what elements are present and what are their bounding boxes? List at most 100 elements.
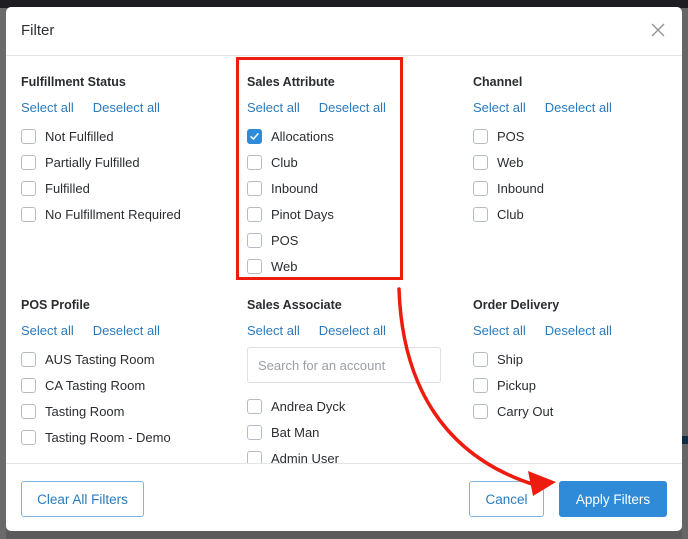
checkbox-option[interactable]: Web: [473, 149, 682, 175]
option-label: Inbound: [271, 180, 318, 196]
option-list: AUS Tasting Room CA Tasting Room Tasting R…: [21, 346, 231, 450]
modal-header: Filter: [6, 7, 682, 56]
checkbox-option[interactable]: Tasting Room: [21, 398, 231, 424]
checkbox-option[interactable]: AUS Tasting Room: [21, 346, 231, 372]
checkbox-option[interactable]: Inbound: [473, 175, 682, 201]
option-label: CA Tasting Room: [45, 377, 146, 393]
option-label: POS: [497, 128, 525, 144]
checkbox[interactable]: [21, 403, 36, 419]
checkbox[interactable]: [247, 398, 262, 414]
option-label: Ship: [497, 351, 524, 367]
checkbox[interactable]: [473, 403, 488, 419]
deselect-all-link[interactable]: Deselect all: [319, 323, 386, 338]
checkbox[interactable]: [247, 450, 262, 463]
checkbox[interactable]: [473, 154, 488, 170]
background-page-accent: [682, 436, 688, 444]
option-list: Not Fulfilled Partially Fulfilled Fulfille…: [21, 123, 231, 227]
option-label: POS: [271, 232, 299, 248]
deselect-all-link[interactable]: Deselect all: [319, 100, 386, 115]
section-pos-profile: POS Profile Select all Deselect all AUS T…: [21, 296, 231, 450]
clear-all-filters-button[interactable]: Clear All Filters: [21, 481, 144, 517]
option-label: Partially Fulfilled: [45, 154, 140, 170]
checkbox[interactable]: [473, 128, 488, 144]
checkbox[interactable]: [247, 258, 262, 274]
checkbox[interactable]: [473, 180, 488, 196]
option-list: Andrea Dyck Bat Man Admin User: [247, 393, 457, 463]
checkbox[interactable]: [21, 154, 36, 170]
background-page-right: [682, 8, 688, 539]
checkbox-option[interactable]: Partially Fulfilled: [21, 149, 231, 175]
checkbox-option[interactable]: Pinot Days: [247, 201, 457, 227]
filter-modal: Filter Fulfillment Status Select all Dese…: [6, 7, 682, 531]
close-x-icon: [651, 23, 665, 37]
option-list: Ship Pickup Carry Out: [473, 346, 682, 424]
checkbox-option[interactable]: Inbound: [247, 175, 457, 201]
option-list: POS Web Inbound Club: [473, 123, 682, 227]
checkbox[interactable]: [21, 180, 36, 196]
deselect-all-link[interactable]: Deselect all: [93, 323, 160, 338]
select-all-link[interactable]: Select all: [21, 323, 74, 338]
checkbox[interactable]: [247, 232, 262, 248]
checkbox-option[interactable]: POS: [473, 123, 682, 149]
option-label: Tasting Room: [45, 403, 125, 419]
select-all-link[interactable]: Select all: [247, 100, 300, 115]
option-label: No Fulfillment Required: [45, 206, 181, 222]
deselect-all-link[interactable]: Deselect all: [93, 100, 160, 115]
select-all-link[interactable]: Select all: [247, 323, 300, 338]
cancel-button[interactable]: Cancel: [469, 481, 544, 517]
checkbox[interactable]: [473, 206, 488, 222]
checkbox[interactable]: [247, 206, 262, 222]
section-title: Fulfillment Status: [21, 75, 126, 89]
apply-filters-button[interactable]: Apply Filters: [559, 481, 667, 517]
checkbox[interactable]: [21, 206, 36, 222]
option-label: Allocations: [271, 128, 334, 144]
checkbox-checked[interactable]: [247, 128, 262, 144]
section-fulfillment-status: Fulfillment Status Select all Deselect al…: [21, 73, 231, 227]
account-search-input[interactable]: [247, 347, 441, 383]
checkbox-option[interactable]: Not Fulfilled: [21, 123, 231, 149]
checkbox-option[interactable]: Pickup: [473, 372, 682, 398]
checkbox-option[interactable]: Allocations: [247, 123, 457, 149]
option-label: Inbound: [497, 180, 544, 196]
option-label: Web: [271, 258, 298, 274]
checkbox-option[interactable]: Web: [247, 253, 457, 279]
option-list: Allocations Club Inbound Pinot Days POS Web: [247, 123, 457, 279]
checkbox-option[interactable]: Club: [473, 201, 682, 227]
option-label: Club: [497, 206, 524, 222]
checkbox[interactable]: [247, 154, 262, 170]
option-label: Not Fulfilled: [45, 128, 114, 144]
checkbox[interactable]: [21, 351, 36, 367]
select-all-link[interactable]: Select all: [473, 323, 526, 338]
checkbox-option[interactable]: Club: [247, 149, 457, 175]
option-label: Web: [497, 154, 524, 170]
select-all-link[interactable]: Select all: [21, 100, 74, 115]
checkbox-option[interactable]: Tasting Room - Demo: [21, 424, 231, 450]
checkbox[interactable]: [21, 429, 36, 445]
option-label: Pickup: [497, 377, 537, 393]
checkbox[interactable]: [473, 377, 488, 393]
checkbox-option[interactable]: Fulfilled: [21, 175, 231, 201]
deselect-all-link[interactable]: Deselect all: [545, 323, 612, 338]
checkmark-icon: [250, 132, 259, 140]
checkbox-option[interactable]: No Fulfillment Required: [21, 201, 231, 227]
checkbox-option[interactable]: Admin User: [247, 445, 457, 463]
checkbox[interactable]: [247, 424, 262, 440]
checkbox[interactable]: [21, 377, 36, 393]
close-button[interactable]: [650, 22, 666, 38]
checkbox[interactable]: [21, 128, 36, 144]
checkbox[interactable]: [473, 351, 488, 367]
checkbox-option[interactable]: CA Tasting Room: [21, 372, 231, 398]
checkbox[interactable]: [247, 180, 262, 196]
option-label: Fulfilled: [45, 180, 90, 196]
option-label: Carry Out: [497, 403, 554, 419]
modal-title: Filter: [21, 22, 55, 39]
section-sales-attribute: Sales Attribute Select all Deselect all A…: [247, 73, 457, 279]
checkbox-option[interactable]: Bat Man: [247, 419, 457, 445]
deselect-all-link[interactable]: Deselect all: [545, 100, 612, 115]
checkbox-option[interactable]: POS: [247, 227, 457, 253]
checkbox-option[interactable]: Ship: [473, 346, 682, 372]
checkbox-option[interactable]: Carry Out: [473, 398, 682, 424]
option-label: Andrea Dyck: [271, 398, 346, 414]
select-all-link[interactable]: Select all: [473, 100, 526, 115]
checkbox-option[interactable]: Andrea Dyck: [247, 393, 457, 419]
